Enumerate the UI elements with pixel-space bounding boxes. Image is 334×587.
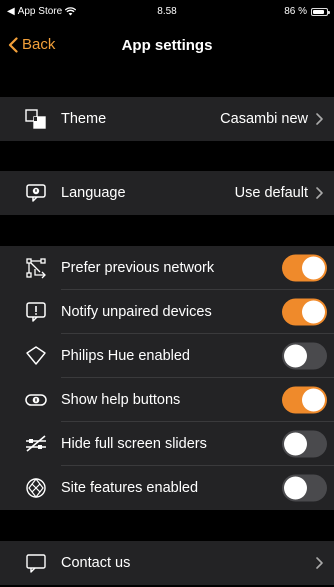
setting-label: Notify unpaired devices <box>61 304 212 320</box>
toggle-notify-unpaired-devices[interactable] <box>282 298 327 326</box>
alert-icon <box>24 300 48 324</box>
toggle-knob <box>302 388 325 412</box>
status-bar: ◀ App Store 8.58 86 % <box>0 0 334 24</box>
toggle-show-help-buttons[interactable] <box>282 386 327 414</box>
theme-icon <box>24 107 48 131</box>
hue-icon <box>24 344 48 368</box>
toggle-site-features-enabled[interactable] <box>282 474 327 502</box>
setting-label: Philips Hue enabled <box>61 348 190 364</box>
setting-row-hide-full-screen-sliders: Hide full screen sliders <box>0 422 334 466</box>
setting-row-show-help-buttons: Show help buttons <box>0 378 334 422</box>
toggle-knob <box>284 344 307 368</box>
chevron-right-icon <box>316 113 323 125</box>
toggle-prefer-previous-network[interactable] <box>282 254 327 282</box>
help-icon <box>24 388 48 412</box>
theme-label: Theme <box>61 111 107 127</box>
language-icon <box>24 181 48 205</box>
battery-level <box>313 9 325 14</box>
network-icon <box>24 256 48 280</box>
setting-label: Show help buttons <box>61 392 181 408</box>
theme-value: Casambi new <box>220 111 308 127</box>
page-title: App settings <box>121 37 213 54</box>
toggle-philips-hue-enabled[interactable] <box>282 342 327 370</box>
toggle-hide-full-screen-sliders[interactable] <box>282 430 327 458</box>
language-value: Use default <box>234 185 308 201</box>
setting-row-philips-hue-enabled: Philips Hue enabled <box>0 334 334 378</box>
site-icon <box>24 476 48 500</box>
setting-label: Hide full screen sliders <box>61 436 207 452</box>
battery-percentage: 86 % <box>284 6 307 17</box>
sliders-icon <box>24 432 48 456</box>
chevron-right-icon <box>316 187 323 199</box>
contact-row[interactable]: Contact us <box>0 541 334 585</box>
setting-row-site-features-enabled: Site features enabled <box>0 466 334 510</box>
toggle-knob <box>302 256 325 280</box>
language-label: Language <box>61 185 126 201</box>
language-row[interactable]: Language Use default <box>0 171 334 215</box>
toggle-knob <box>284 432 307 456</box>
setting-row-notify-unpaired-devices: Notify unpaired devices <box>0 290 334 334</box>
chevron-right-icon <box>316 557 323 569</box>
battery-icon <box>311 7 330 16</box>
status-right: 86 % <box>284 6 330 17</box>
theme-row[interactable]: Theme Casambi new <box>0 97 334 141</box>
setting-label: Prefer previous network <box>61 260 215 276</box>
contact-label: Contact us <box>61 555 131 571</box>
setting-row-prefer-previous-network: Prefer previous network <box>0 246 334 290</box>
contact-icon <box>24 551 48 575</box>
toggle-knob <box>284 476 307 500</box>
navigation-bar: Back App settings <box>0 24 334 68</box>
setting-label: Site features enabled <box>61 480 199 496</box>
toggle-knob <box>302 300 325 324</box>
